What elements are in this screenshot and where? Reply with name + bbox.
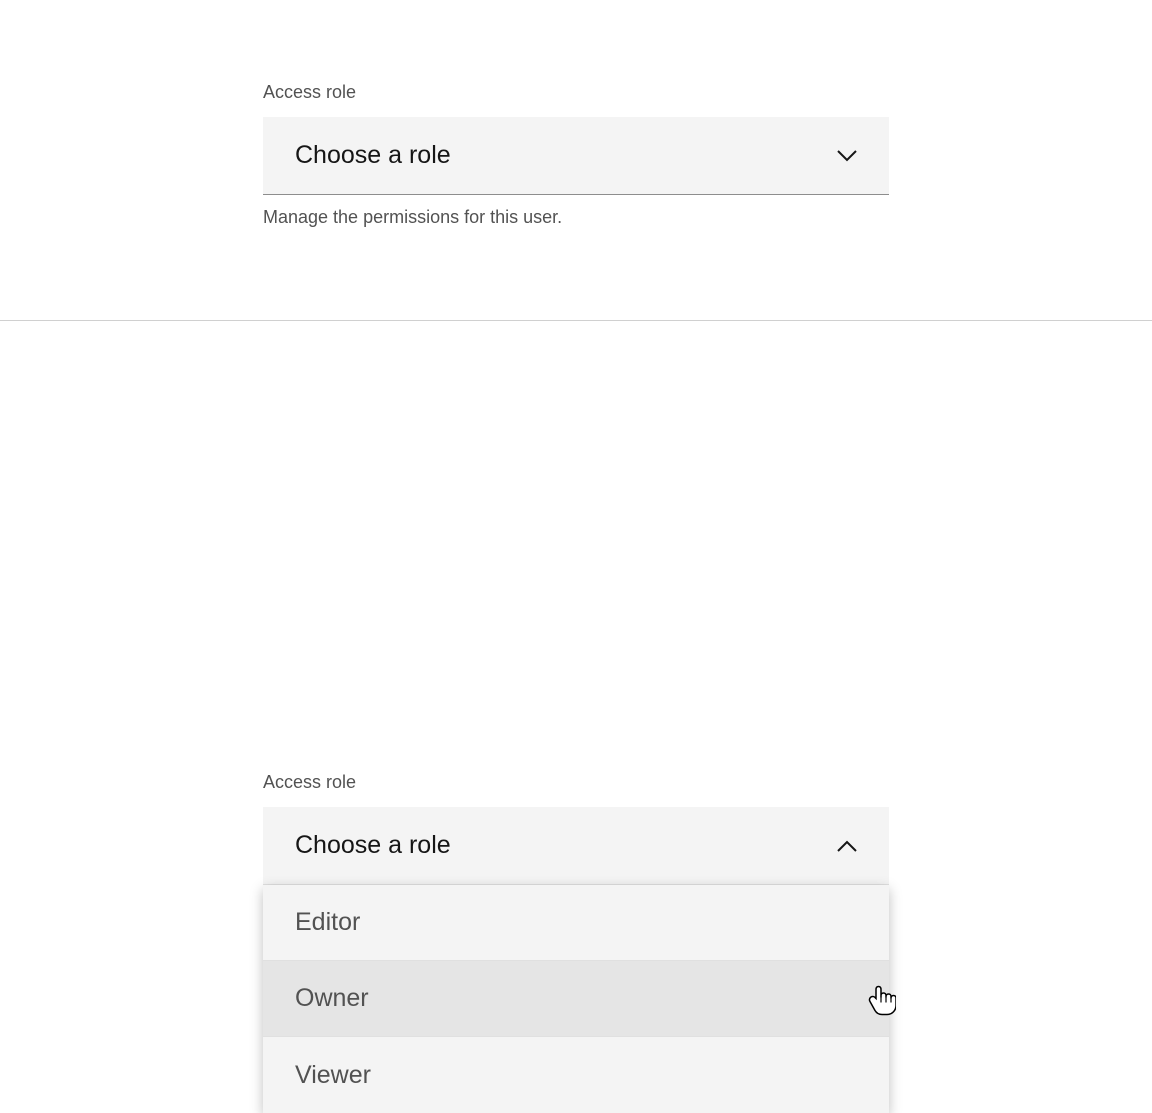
role-dropdown-open[interactable]: Choose a role: [263, 807, 889, 885]
dropdown-placeholder: Choose a role: [295, 141, 451, 170]
access-role-field-group-open: Access role Choose a role Editor Owner: [263, 772, 889, 1113]
pointer-cursor-icon: [868, 985, 896, 1015]
access-role-label: Access role: [263, 82, 889, 103]
access-role-label-open: Access role: [263, 772, 889, 793]
dropdown-option-owner[interactable]: Owner: [263, 961, 889, 1037]
dropdown-option-viewer[interactable]: Viewer: [263, 1037, 889, 1113]
dropdown-option-editor[interactable]: Editor: [263, 885, 889, 961]
open-dropdown-section: Access role Choose a role Editor Owner: [0, 320, 1152, 970]
role-dropdown-closed[interactable]: Choose a role: [263, 117, 889, 195]
helper-text: Manage the permissions for this user.: [263, 207, 889, 228]
chevron-down-icon: [837, 146, 857, 166]
dropdown-menu: Editor Owner Viewer: [263, 885, 889, 1113]
option-label: Editor: [295, 908, 360, 937]
closed-dropdown-section: Access role Choose a role Manage the per…: [0, 0, 1152, 320]
access-role-field-group: Access role Choose a role Manage the per…: [263, 82, 889, 228]
option-label: Owner: [295, 984, 369, 1013]
option-label: Viewer: [295, 1061, 371, 1090]
chevron-up-icon: [837, 836, 857, 856]
dropdown-placeholder-open: Choose a role: [295, 831, 451, 860]
